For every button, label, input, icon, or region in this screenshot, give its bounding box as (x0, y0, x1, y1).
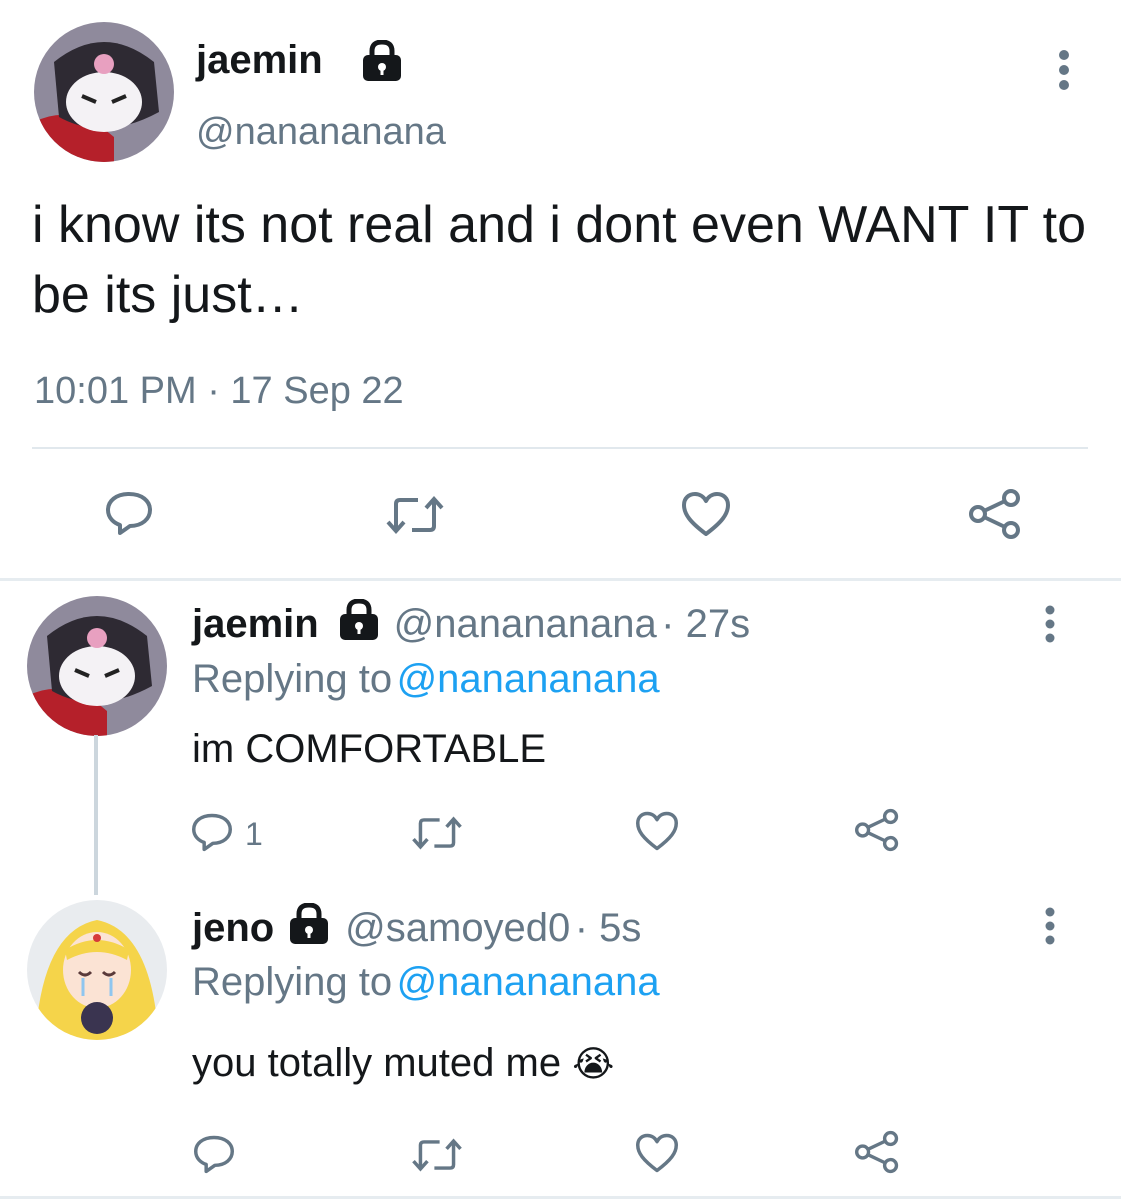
more-options-icon[interactable] (1038, 604, 1062, 644)
avatar[interactable] (34, 22, 174, 162)
replying-to-handle[interactable]: @nanananana (397, 960, 660, 1004)
like-icon[interactable] (634, 1132, 680, 1174)
reply-icon[interactable] (104, 490, 154, 536)
reply-text: im COMFORTABLE (192, 727, 547, 771)
reply-text: you totally muted me (192, 1041, 562, 1085)
loudly-crying-emoji: 😭 (572, 1043, 615, 1084)
more-options-icon[interactable] (1052, 48, 1076, 92)
retweet-icon[interactable] (410, 1136, 464, 1174)
lock-icon (360, 40, 404, 82)
tweet-timestamp[interactable]: 10:01 PM · 17 Sep 22 (34, 366, 404, 416)
reply-author-name[interactable]: jeno (192, 906, 274, 950)
retweet-icon[interactable] (410, 814, 464, 852)
replying-to-label: Replying to (192, 960, 393, 1004)
share-icon[interactable] (968, 488, 1022, 540)
reply-author-handle[interactable]: @nanananana (394, 602, 657, 646)
divider (0, 578, 1121, 581)
reply-author-name[interactable]: jaemin (192, 602, 319, 646)
lock-icon (337, 599, 381, 641)
sailor-moon-avatar-icon (27, 900, 167, 1040)
reply-icon[interactable] (190, 812, 234, 852)
lock-icon (287, 903, 331, 945)
replying-to-label: Replying to (192, 657, 393, 701)
kuromi-avatar-icon (34, 22, 174, 162)
divider (32, 447, 1088, 449)
more-options-icon[interactable] (1038, 906, 1062, 946)
replying-to-handle[interactable]: @nanananana (397, 657, 660, 701)
thread-line (94, 735, 98, 895)
avatar[interactable] (27, 596, 167, 736)
reply-count: 1 (245, 816, 263, 852)
kuromi-avatar-icon (27, 596, 167, 736)
reply-time[interactable]: · 27s (661, 602, 750, 646)
reply-time[interactable]: · 5s (575, 906, 642, 950)
share-icon[interactable] (854, 1130, 900, 1174)
divider (0, 1196, 1121, 1199)
retweet-icon[interactable] (384, 494, 446, 536)
like-icon[interactable] (680, 490, 732, 538)
author-handle[interactable]: @nanananana (196, 108, 446, 156)
reply-author-handle[interactable]: @samoyed0 (345, 906, 570, 950)
reply-icon[interactable] (192, 1134, 236, 1174)
author-name[interactable]: jaemin (196, 34, 323, 86)
avatar[interactable] (27, 900, 167, 1040)
share-icon[interactable] (854, 808, 900, 852)
like-icon[interactable] (634, 810, 680, 852)
tweet-text: i know its not real and i dont even WANT… (32, 196, 1086, 324)
